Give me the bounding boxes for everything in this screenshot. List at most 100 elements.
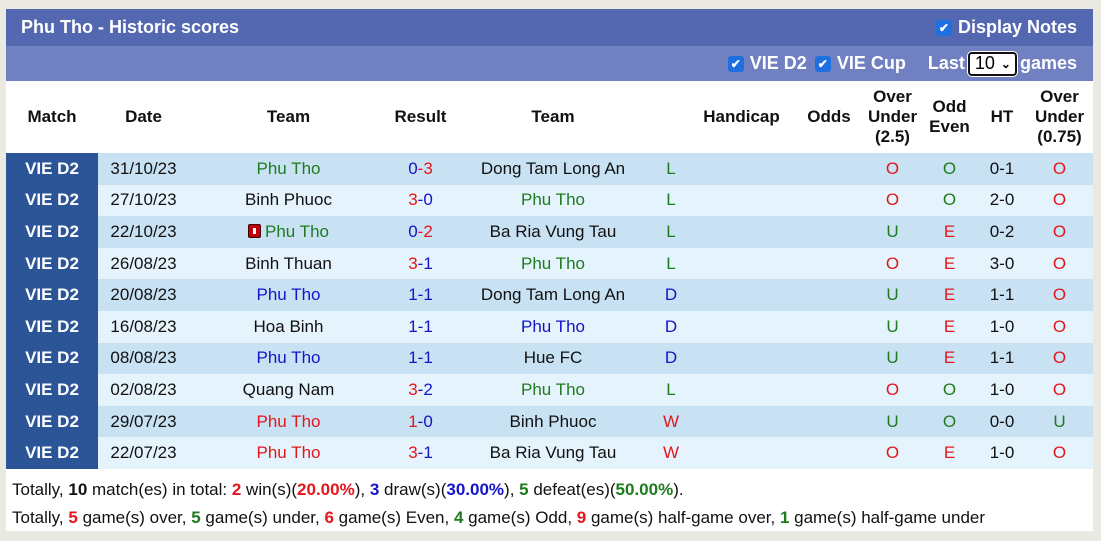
- home-score[interactable]: 3: [408, 443, 417, 462]
- home-score[interactable]: 0: [408, 159, 417, 178]
- wl-cell: L: [653, 153, 689, 185]
- home-team-link[interactable]: Phu Tho: [265, 222, 329, 241]
- over-under-ht-cell: O: [1026, 437, 1093, 469]
- away-team-link[interactable]: Hue FC: [524, 348, 583, 367]
- title-bar: Phu Tho - Historic scores ✔ Display Note…: [6, 9, 1093, 46]
- win-loss: L: [666, 158, 676, 178]
- table-header: Match Date Team Result Team Handicap Odd…: [6, 81, 1093, 153]
- vie-cup-label: VIE Cup: [836, 53, 906, 73]
- home-team-link[interactable]: Binh Thuan: [245, 254, 332, 273]
- league-link[interactable]: VIE D2: [25, 222, 79, 241]
- result-cell: 1-1: [388, 310, 453, 343]
- match-date: 20/08/23: [110, 285, 177, 305]
- home-score[interactable]: 3: [408, 380, 417, 399]
- away-score[interactable]: 0: [423, 412, 432, 431]
- match-date: 16/08/23: [110, 316, 177, 336]
- date-cell: 31/10/23: [98, 153, 189, 185]
- handicap-cell: [689, 216, 794, 248]
- summary-goals: Totally, 5 game(s) over, 5 game(s) under…: [12, 504, 1093, 532]
- league-link[interactable]: VIE D2: [25, 190, 79, 209]
- home-team-link[interactable]: Binh Phuoc: [245, 190, 332, 209]
- league-link[interactable]: VIE D2: [25, 412, 79, 431]
- home-score[interactable]: 3: [408, 254, 417, 273]
- date-cell: 26/08/23: [98, 247, 189, 280]
- summary: Totally, 10 match(es) in total: 2 win(s)…: [6, 469, 1093, 532]
- vie-d2-checkbox[interactable]: ✔: [727, 55, 744, 72]
- summary-text: draw(s)(: [379, 479, 447, 499]
- league-link[interactable]: VIE D2: [25, 348, 79, 367]
- home-score[interactable]: 1: [408, 348, 417, 367]
- away-score[interactable]: 1: [423, 443, 432, 462]
- away-team-link[interactable]: Phu Tho: [521, 254, 585, 273]
- away-team-cell: Dong Tam Long An: [453, 279, 653, 311]
- home-team-link[interactable]: Quang Nam: [243, 380, 335, 399]
- match-date: 27/10/23: [110, 190, 177, 210]
- home-score[interactable]: 3: [408, 190, 417, 209]
- away-score[interactable]: 3: [423, 159, 432, 178]
- home-team-link[interactable]: Phu Tho: [257, 348, 321, 367]
- home-team-link[interactable]: Hoa Binh: [254, 317, 324, 336]
- col-over-under-ht: Over Under (0.75): [1026, 81, 1093, 153]
- odds-cell: [794, 216, 864, 248]
- win-loss: L: [666, 379, 676, 399]
- games-count-select[interactable]: 10 ⌄: [967, 51, 1017, 76]
- league-link[interactable]: VIE D2: [25, 317, 79, 336]
- league-link[interactable]: VIE D2: [25, 443, 79, 462]
- home-score[interactable]: 1: [408, 412, 417, 431]
- odd-even-value: O: [942, 158, 957, 178]
- display-notes-toggle[interactable]: ✔ Display Notes: [935, 17, 1077, 38]
- home-team-link[interactable]: Phu Tho: [257, 412, 321, 431]
- half-time-score: 3-0: [989, 253, 1015, 273]
- home-score[interactable]: 0: [408, 222, 417, 241]
- over-under-cell: O: [864, 374, 921, 406]
- away-score[interactable]: 1: [423, 348, 432, 367]
- summary-stat: 6: [324, 507, 334, 527]
- odd-even-cell: O: [921, 153, 978, 185]
- odds-cell: [794, 184, 864, 217]
- over-under-value: U: [886, 411, 899, 431]
- win-loss: L: [666, 190, 676, 210]
- summary-stat: 9: [576, 507, 587, 527]
- over-under-ht-cell: O: [1026, 310, 1093, 343]
- away-team-link[interactable]: Ba Ria Vung Tau: [490, 222, 617, 241]
- win-loss: D: [664, 285, 678, 305]
- summary-stat: 50.00%: [615, 479, 674, 499]
- home-score[interactable]: 1: [408, 317, 417, 336]
- away-team-link[interactable]: Phu Tho: [521, 380, 585, 399]
- home-team-link[interactable]: Phu Tho: [257, 285, 321, 304]
- league-link[interactable]: VIE D2: [25, 285, 79, 304]
- away-team-link[interactable]: Binh Phuoc: [510, 412, 597, 431]
- display-notes-checkbox[interactable]: ✔: [935, 19, 952, 36]
- filter-vie-d2[interactable]: ✔ VIE D2: [727, 53, 807, 74]
- home-team-cell: Phu Tho: [189, 153, 388, 185]
- over-under-ht-value: O: [1052, 285, 1067, 305]
- away-score[interactable]: 1: [423, 285, 432, 304]
- league-cell: VIE D2: [6, 216, 98, 248]
- away-team-link[interactable]: Dong Tam Long An: [481, 159, 625, 178]
- vie-cup-checkbox[interactable]: ✔: [814, 55, 831, 72]
- league-cell: VIE D2: [6, 247, 98, 280]
- away-team-cell: Binh Phuoc: [453, 405, 653, 438]
- col-ou2-line2: Under: [1034, 107, 1085, 126]
- away-score[interactable]: 0: [423, 190, 432, 209]
- league-link[interactable]: VIE D2: [25, 254, 79, 273]
- away-team-link[interactable]: Phu Tho: [521, 317, 585, 336]
- filter-vie-cup[interactable]: ✔ VIE Cup: [814, 53, 906, 74]
- away-team-link[interactable]: Phu Tho: [521, 190, 585, 209]
- summary-text: match(es) in total:: [87, 479, 232, 499]
- handicap-cell: [689, 184, 794, 217]
- home-team-link[interactable]: Phu Tho: [257, 159, 321, 178]
- away-team-link[interactable]: Ba Ria Vung Tau: [490, 443, 617, 462]
- away-score[interactable]: 1: [423, 317, 432, 336]
- home-score[interactable]: 1: [408, 285, 417, 304]
- odds-cell: [794, 405, 864, 438]
- away-team-link[interactable]: Dong Tam Long An: [481, 285, 625, 304]
- league-link[interactable]: VIE D2: [25, 159, 79, 178]
- home-team-link[interactable]: Phu Tho: [257, 443, 321, 462]
- over-under-cell: U: [864, 310, 921, 343]
- handicap-cell: [689, 153, 794, 185]
- away-score[interactable]: 2: [423, 222, 432, 241]
- league-link[interactable]: VIE D2: [25, 380, 79, 399]
- away-score[interactable]: 2: [423, 380, 432, 399]
- away-score[interactable]: 1: [423, 254, 432, 273]
